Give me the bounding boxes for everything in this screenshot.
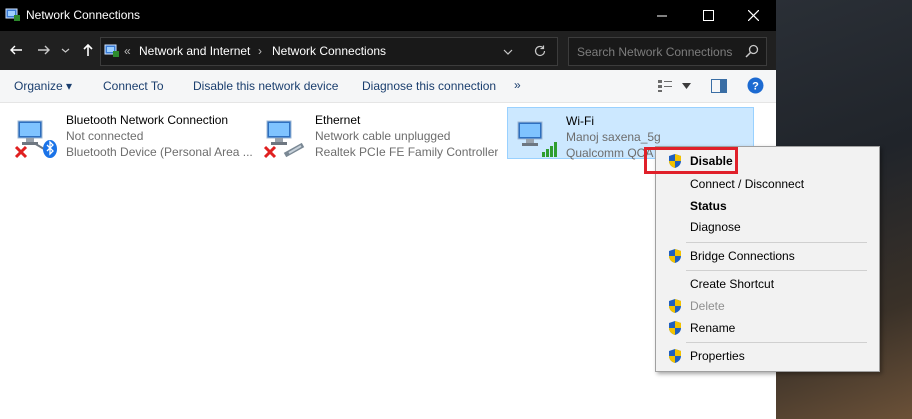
diagnose-connection-button[interactable]: Diagnose this connection [362, 79, 496, 93]
uac-shield-icon [669, 349, 681, 363]
preview-pane-icon[interactable] [711, 79, 727, 93]
organize-button[interactable]: Organize ▾ [14, 79, 72, 93]
connection-device: Bluetooth Device (Personal Area ... [66, 145, 253, 159]
maximize-button[interactable] [685, 0, 731, 31]
close-button[interactable] [730, 0, 776, 31]
annotation-highlight-box [644, 147, 738, 174]
minimize-button[interactable] [639, 0, 685, 31]
maximize-icon [702, 10, 714, 21]
menu-separator [686, 242, 867, 243]
minimize-icon [656, 15, 667, 17]
connection-device: Realtek PCIe FE Family Controller [315, 145, 499, 159]
menu-item-create-shortcut[interactable]: Create Shortcut [658, 274, 877, 294]
title-bar[interactable]: Network Connections [0, 0, 776, 31]
breadcrumb-network-and-internet[interactable]: Network and Internet [139, 44, 250, 58]
menu-label: Rename [690, 321, 736, 335]
connection-name: Ethernet [315, 113, 361, 127]
more-commands-button[interactable]: » [514, 78, 521, 92]
disable-device-button[interactable]: Disable this network device [193, 79, 338, 93]
connect-to-button[interactable]: Connect To [103, 79, 164, 93]
connection-status: Network cable unplugged [315, 129, 451, 143]
bluetooth-adapter-icon [14, 120, 57, 159]
view-options-chevron-down-icon[interactable] [682, 83, 691, 89]
connection-name: Wi-Fi [566, 114, 594, 128]
close-icon [747, 10, 759, 21]
svg-text:?: ? [752, 81, 759, 93]
menu-item-bridge-connections[interactable]: Bridge Connections [658, 246, 877, 266]
arrow-right-icon [38, 45, 50, 55]
breadcrumb-overflow[interactable]: « [124, 44, 131, 58]
menu-label: Create Shortcut [690, 277, 775, 291]
menu-item-rename[interactable]: Rename [658, 318, 877, 338]
arrow-up-icon [83, 43, 93, 56]
connection-name: Bluetooth Network Connection [66, 113, 229, 127]
list-item-ethernet[interactable]: Ethernet Network cable unplugged Realtek… [257, 107, 499, 159]
recent-locations-button[interactable] [58, 40, 72, 60]
uac-shield-icon [669, 321, 681, 335]
address-field[interactable]: « Network and Internet › Network Connect… [100, 37, 558, 66]
network-folder-icon [104, 44, 119, 57]
breadcrumb-network-connections[interactable]: Network Connections [272, 44, 386, 58]
menu-label: Connect / Disconnect [690, 177, 805, 191]
help-icon[interactable]: ? [747, 77, 764, 94]
menu-separator [686, 342, 867, 343]
refresh-icon[interactable] [533, 44, 547, 58]
back-button[interactable] [6, 40, 26, 60]
list-item-bluetooth-network-connection[interactable]: Bluetooth Network Connection Not connect… [8, 107, 253, 159]
address-dropdown-icon[interactable] [503, 47, 513, 57]
menu-label: Diagnose [690, 220, 741, 234]
command-bar: Organize ▾ Connect To Disable this netwo… [0, 70, 776, 103]
uac-shield-icon [669, 249, 681, 263]
ethernet-adapter-icon [263, 120, 305, 159]
menu-label: Status [690, 199, 727, 213]
up-button[interactable] [78, 40, 98, 60]
window-title: Network Connections [26, 8, 141, 22]
menu-label: Properties [690, 349, 745, 363]
arrow-left-icon [10, 45, 22, 55]
connection-status: Manoj saxena_5g [566, 130, 661, 144]
menu-item-connect-disconnect[interactable]: Connect / Disconnect [658, 174, 877, 194]
context-menu: Disable Connect / Disconnect Status Diag… [655, 146, 880, 372]
navigation-bar: « Network and Internet › Network Connect… [0, 31, 776, 70]
search-box[interactable] [568, 37, 767, 66]
menu-label: Delete [690, 299, 725, 313]
menu-item-diagnose[interactable]: Diagnose [658, 217, 877, 237]
menu-item-properties[interactable]: Properties [658, 346, 877, 366]
breadcrumb-separator-icon: › [258, 44, 262, 58]
menu-separator [686, 270, 867, 271]
forward-button[interactable] [34, 40, 54, 60]
chevron-down-icon [61, 48, 69, 53]
search-input[interactable] [575, 42, 739, 62]
uac-shield-icon [669, 299, 681, 313]
change-view-icon[interactable] [657, 79, 673, 93]
search-icon[interactable] [744, 43, 760, 59]
network-connections-app-icon [5, 8, 20, 21]
menu-label: Bridge Connections [690, 249, 795, 263]
wifi-adapter-icon [517, 121, 557, 157]
connection-status: Not connected [66, 129, 144, 143]
connection-device: Qualcomm QCA [566, 146, 654, 160]
menu-item-delete: Delete [658, 296, 877, 316]
menu-item-status[interactable]: Status [658, 196, 877, 216]
